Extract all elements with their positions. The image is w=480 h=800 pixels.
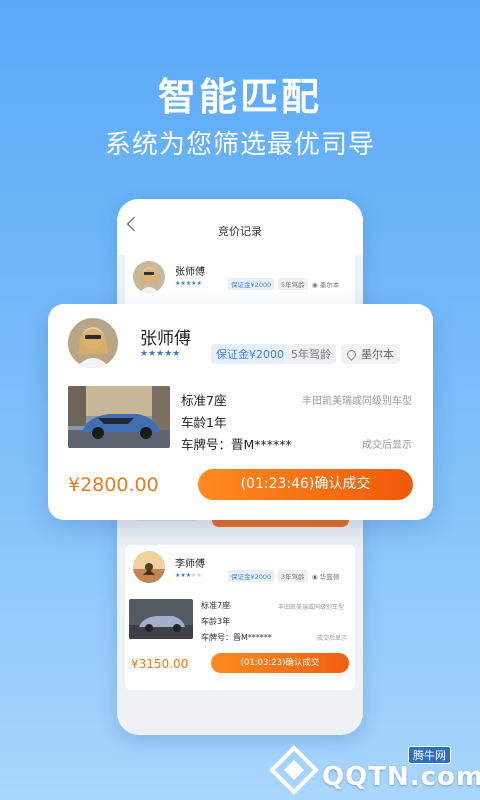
location-text: 华盛顿 <box>319 573 340 581</box>
phone-nav-bar: 竞价记录 <box>117 199 363 255</box>
promo-subline: 系统为您筛选最优司导 <box>104 130 375 160</box>
plate-note: 成交后显示 <box>317 635 348 642</box>
car-age: 车龄3年 <box>201 617 231 626</box>
promo-headline: 智能匹配 <box>157 75 322 119</box>
plate-note: 成交后显示 <box>362 440 412 451</box>
bid-price: ¥2800.00 <box>68 474 159 496</box>
featured-bid-card[interactable]: 张师傅 ★★★★★ 保证金¥2000 5年驾龄 墨尔本 标准7座 丰田凯美瑞或同… <box>48 304 433 520</box>
plate-number: 车牌号：晋M****** <box>201 633 272 642</box>
deposit-tag: 保证金¥2000 <box>228 570 275 582</box>
location-label: 墨尔本 <box>341 344 400 364</box>
driver-avatar <box>68 318 118 368</box>
bid-card-top[interactable]: 张师傅 ★★★★★ 保证金¥2000 5年驾龄 ◉ 墨尔本 <box>125 251 355 311</box>
watermark-logo-icon <box>269 745 319 795</box>
deposit-tag: 保证金¥2000 <box>228 278 275 290</box>
bid-price: ¥3150.00 <box>131 657 189 671</box>
location-label: ◉ 华盛顿 <box>312 573 340 581</box>
rating-stars: ★★★★★ <box>175 280 202 287</box>
experience-tag: 5年驾龄 <box>286 344 336 364</box>
location-text: 墨尔本 <box>361 348 394 361</box>
confirm-deal-button[interactable]: (01:03:23)确认成交 <box>211 653 349 673</box>
deposit-tag: 保证金¥2000 <box>211 344 289 364</box>
car-age: 车龄1年 <box>181 415 227 430</box>
location-label: ◉ 墨尔本 <box>312 281 340 289</box>
rating-stars: ★★★★★ <box>175 572 202 579</box>
car-photo <box>129 599 193 639</box>
driver-name: 张师傅 <box>140 329 191 349</box>
confirm-deal-button[interactable]: (01:23:46)确认成交 <box>198 469 413 500</box>
experience-tag: 3年驾龄 <box>278 570 308 582</box>
rating-stars: ★★★★★ <box>140 349 181 359</box>
location-text: 墨尔本 <box>319 281 340 289</box>
driver-avatar <box>133 261 165 293</box>
phone-page-title: 竞价记录 <box>218 225 262 238</box>
driver-name: 张师傅 <box>175 267 205 278</box>
car-type: 标准7座 <box>201 601 231 610</box>
location-pin-icon <box>345 348 358 361</box>
car-photo <box>68 386 170 448</box>
driver-avatar <box>133 551 165 583</box>
watermark-text: QQTN.com <box>322 762 480 792</box>
site-watermark: 腾牛网 QQTN.com <box>268 744 480 796</box>
bid-card-bottom[interactable]: 李师傅 ★★★★★ 保证金¥2000 3年驾龄 ◉ 华盛顿 标准7座 丰田凯美瑞… <box>125 545 355 690</box>
car-model: 丰田凯美瑞或同级别车型 <box>278 604 345 611</box>
car-model: 丰田凯美瑞或同级别车型 <box>302 396 412 407</box>
plate-number: 车牌号：晋M****** <box>181 437 292 452</box>
car-type: 标准7座 <box>181 393 227 408</box>
experience-tag: 5年驾龄 <box>278 278 308 290</box>
driver-name: 李师傅 <box>175 559 205 570</box>
